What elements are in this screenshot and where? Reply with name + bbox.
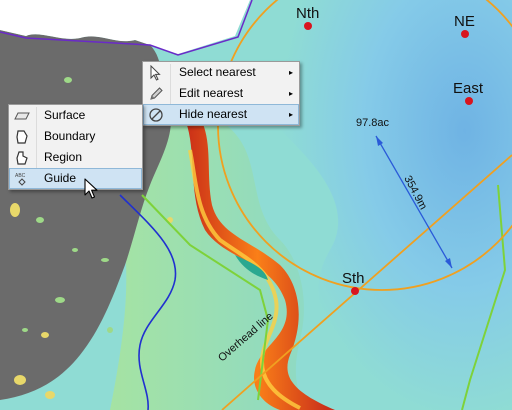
submenu-item-boundary[interactable]: Boundary bbox=[9, 126, 142, 147]
svg-text:ABC: ABC bbox=[15, 173, 26, 179]
submenu-arrow-icon: ▸ bbox=[288, 89, 293, 98]
submenu-item-label: Region bbox=[44, 150, 83, 164]
submenu-arrow-icon: ▸ bbox=[288, 68, 293, 77]
pencil-icon bbox=[147, 85, 165, 102]
point-ne[interactable] bbox=[461, 30, 469, 38]
submenu-item-guide[interactable]: ABC Guide bbox=[9, 168, 142, 189]
label-sth: Sth bbox=[342, 270, 365, 287]
submenu-item-region[interactable]: Region bbox=[9, 147, 142, 168]
label-east: East bbox=[453, 80, 484, 97]
menu-item-label: Hide nearest bbox=[179, 107, 248, 121]
submenu-item-label: Boundary bbox=[44, 129, 96, 143]
menu-item-select-nearest[interactable]: Select nearest ▸ bbox=[143, 62, 299, 83]
label-nth: Nth bbox=[296, 5, 319, 22]
menu-item-label: Select nearest bbox=[179, 65, 256, 79]
submenu-item-label: Guide bbox=[44, 171, 77, 185]
submenu-item-surface[interactable]: Surface bbox=[9, 105, 142, 126]
arrow-cursor-icon bbox=[147, 64, 165, 81]
hide-nearest-submenu: Surface Boundary Region ABC Guide bbox=[8, 104, 143, 190]
surface-parallelogram-icon bbox=[13, 107, 31, 124]
mouse-pointer-icon bbox=[84, 178, 98, 199]
label-ne: NE bbox=[454, 13, 475, 30]
menu-item-edit-nearest[interactable]: Edit nearest ▸ bbox=[143, 83, 299, 104]
guide-abc-icon: ABC bbox=[13, 170, 31, 187]
hide-circle-slash-icon bbox=[147, 106, 165, 123]
point-sth[interactable] bbox=[351, 287, 359, 295]
context-menu: Select nearest ▸ Edit nearest ▸ Hide nea… bbox=[142, 61, 300, 126]
point-east[interactable] bbox=[465, 97, 473, 105]
menu-item-label: Edit nearest bbox=[179, 86, 244, 100]
submenu-item-label: Surface bbox=[44, 108, 86, 122]
area-label: 97.8ac bbox=[356, 117, 390, 129]
boundary-polygon-icon bbox=[13, 128, 31, 145]
menu-item-hide-nearest[interactable]: Hide nearest ▸ bbox=[143, 104, 299, 125]
region-polygon-icon bbox=[13, 149, 31, 166]
submenu-arrow-icon: ▸ bbox=[288, 110, 293, 119]
point-nth[interactable] bbox=[304, 22, 312, 30]
